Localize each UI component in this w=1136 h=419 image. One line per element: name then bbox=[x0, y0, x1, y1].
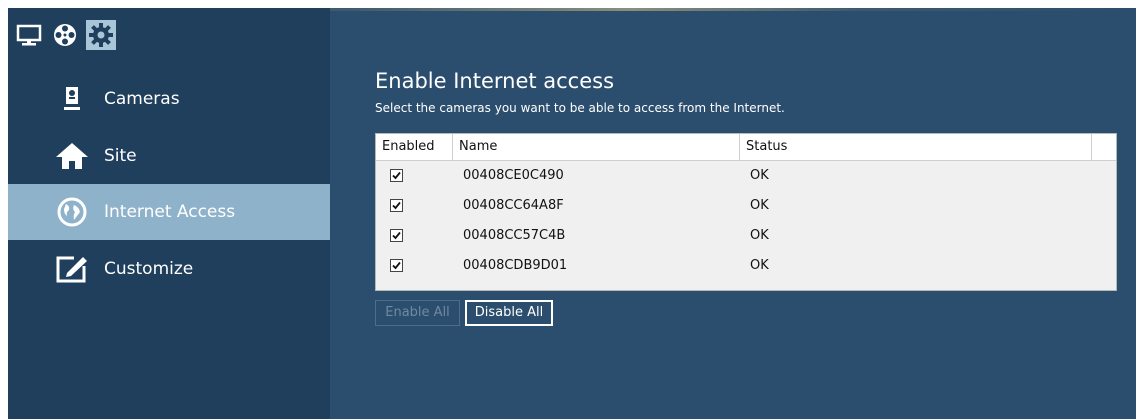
sidebar: Cameras Site Internet Access Customize bbox=[8, 8, 330, 419]
camera-name: 00408CC57C4B bbox=[463, 228, 566, 243]
checkmark-icon bbox=[392, 231, 401, 240]
table-row[interactable]: 00408CE0C490 OK bbox=[376, 161, 1116, 191]
camera-name: 00408CDB9D01 bbox=[463, 258, 568, 273]
sidebar-item-internet-access[interactable]: Internet Access bbox=[8, 184, 330, 240]
sidebar-item-label: Internet Access bbox=[104, 202, 236, 222]
column-header-filler bbox=[1092, 134, 1116, 160]
column-header-enabled[interactable]: Enabled bbox=[376, 134, 453, 160]
globe-icon bbox=[52, 192, 92, 232]
sidebar-item-label: Customize bbox=[104, 259, 194, 279]
camera-icon bbox=[52, 79, 92, 119]
checkmark-icon bbox=[392, 201, 401, 210]
column-header-name[interactable]: Name bbox=[453, 134, 740, 160]
camera-status: OK bbox=[750, 168, 769, 183]
enabled-checkbox[interactable] bbox=[390, 229, 403, 242]
camera-name: 00408CE0C490 bbox=[463, 168, 564, 183]
page-title: Enable Internet access bbox=[375, 69, 615, 93]
sidebar-item-customize[interactable]: Customize bbox=[8, 241, 330, 297]
disable-all-button[interactable]: Disable All bbox=[465, 300, 553, 326]
camera-status: OK bbox=[750, 258, 769, 273]
enabled-checkbox[interactable] bbox=[390, 169, 403, 182]
sidebar-item-site[interactable]: Site bbox=[8, 128, 330, 184]
gear-icon[interactable] bbox=[86, 20, 116, 50]
house-icon bbox=[52, 136, 92, 176]
column-header-status[interactable]: Status bbox=[740, 134, 1092, 160]
page-subtitle: Select the cameras you want to be able t… bbox=[375, 101, 785, 115]
film-reel-icon[interactable] bbox=[50, 20, 80, 50]
table-row[interactable]: 00408CC64A8F OK bbox=[376, 191, 1116, 221]
app-window: Cameras Site Internet Access Customize E… bbox=[8, 8, 1136, 419]
table-row[interactable]: 00408CC57C4B OK bbox=[376, 221, 1116, 251]
edit-frame-icon bbox=[52, 249, 92, 289]
table-header: Enabled Name Status bbox=[376, 134, 1116, 161]
enable-all-button[interactable]: Enable All bbox=[375, 300, 460, 326]
table-row[interactable]: 00408CDB9D01 OK bbox=[376, 251, 1116, 281]
enabled-checkbox[interactable] bbox=[390, 199, 403, 212]
camera-status: OK bbox=[750, 228, 769, 243]
sidebar-item-cameras[interactable]: Cameras bbox=[8, 71, 330, 127]
monitor-icon[interactable] bbox=[14, 20, 44, 50]
camera-name: 00408CC64A8F bbox=[463, 198, 564, 213]
top-tab-bar bbox=[14, 18, 116, 52]
camera-status: OK bbox=[750, 198, 769, 213]
sidebar-item-label: Cameras bbox=[104, 89, 180, 109]
checkmark-icon bbox=[392, 261, 401, 270]
sidebar-item-label: Site bbox=[104, 146, 137, 166]
checkmark-icon bbox=[392, 171, 401, 180]
camera-table: Enabled Name Status 00408CE0C490 OK 0040… bbox=[375, 133, 1117, 291]
enabled-checkbox[interactable] bbox=[390, 259, 403, 272]
